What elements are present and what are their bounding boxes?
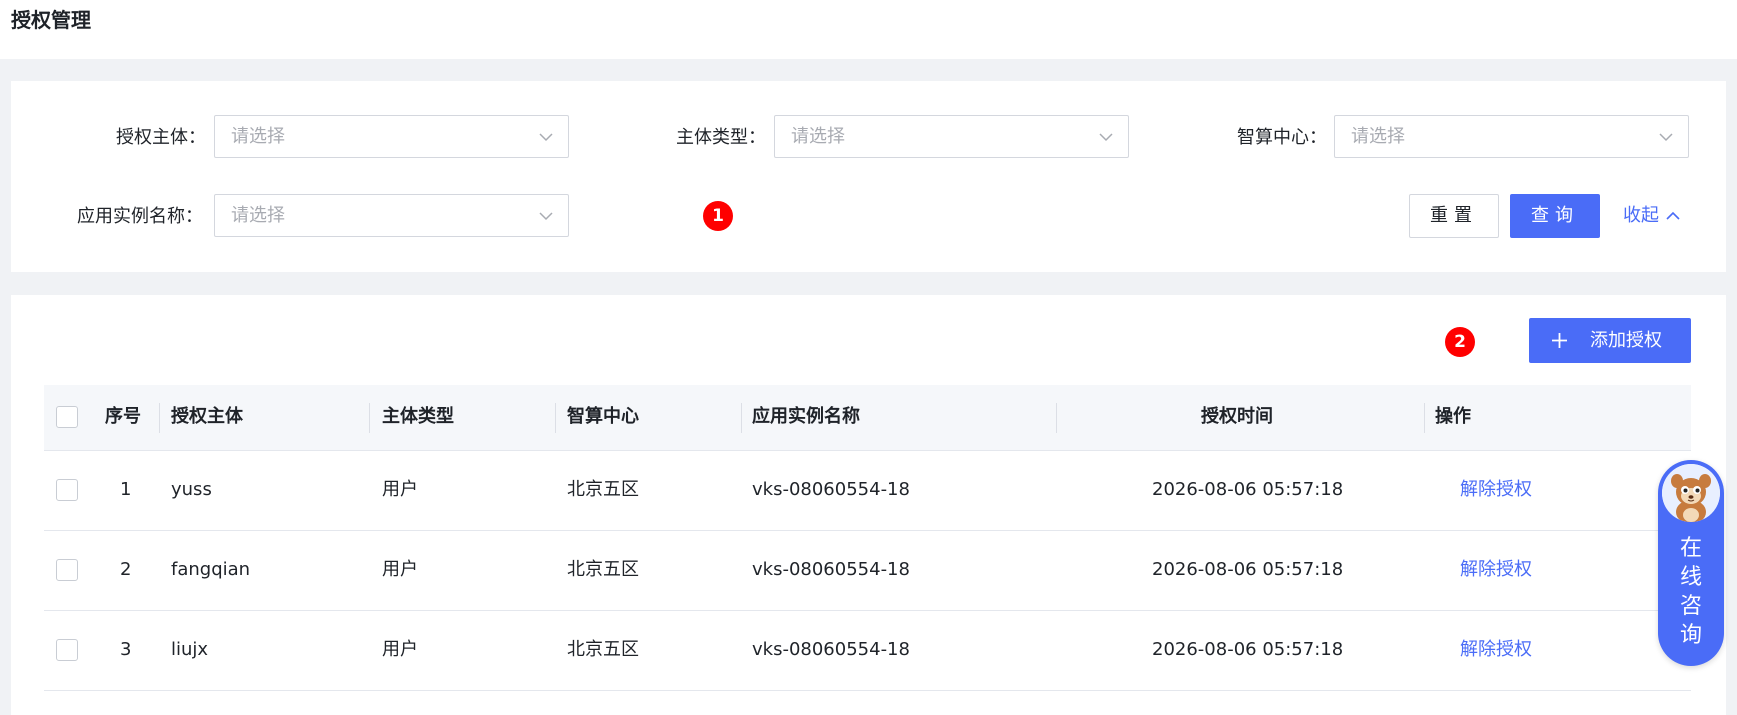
chevron-up-icon [1666,211,1680,220]
page-title: 授权管理 [11,8,91,32]
annotation-badge-2: 2 [1445,327,1475,357]
column-header-index: 序号 [105,406,141,427]
center-filter-label: 智算中心： [1237,127,1327,148]
cell-center: 北京五区 [567,559,639,580]
row-checkbox[interactable] [56,639,78,661]
column-header-instance: 应用实例名称 [752,406,860,427]
revoke-authorization-link[interactable]: 解除授权 [1460,477,1532,503]
cell-subject: fangqian [171,559,251,580]
annotation-badge-1: 1 [703,201,733,231]
table-row: 1 yuss 用户 北京五区 vks-08060554-18 2026-08-0… [44,451,1691,531]
column-divider [1424,403,1425,433]
column-header-center: 智算中心 [567,406,639,427]
cell-time: 2026-08-06 05:57:18 [1152,479,1344,500]
cell-time: 2026-08-06 05:57:18 [1152,559,1344,580]
cell-instance: vks-08060554-18 [752,559,910,580]
table-row: 3 liujx 用户 北京五区 vks-08060554-18 2026-08-… [44,611,1691,691]
column-header-type: 主体类型 [382,406,454,427]
table-row: 2 fangqian 用户 北京五区 vks-08060554-18 2026-… [44,531,1691,611]
cell-subject: yuss [171,479,212,500]
cell-index: 1 [120,479,132,500]
chevron-down-icon [539,212,553,221]
instance-select[interactable]: 请选择 [214,194,569,237]
cell-type: 用户 [382,479,418,500]
column-divider [369,403,370,433]
column-divider [1056,403,1057,433]
cell-center: 北京五区 [567,479,639,500]
online-consult-label: 在 线 咨 询 [1679,536,1702,648]
cell-index: 3 [120,639,132,660]
plus-icon [1552,333,1567,348]
type-select-placeholder: 请选择 [791,126,845,147]
cell-time: 2026-08-06 05:57:18 [1152,639,1344,660]
reset-button[interactable]: 重置 [1409,194,1499,238]
filter-panel [11,81,1726,272]
column-divider [555,403,556,433]
mascot-avatar-icon [1662,464,1720,522]
row-checkbox[interactable] [56,559,78,581]
collapse-toggle[interactable]: 收起 [1623,203,1681,229]
instance-filter-label: 应用实例名称： [77,206,203,227]
add-authorization-label: 添加授权 [1590,330,1662,351]
column-header-action: 操作 [1435,406,1471,427]
cell-type: 用户 [382,559,418,580]
add-authorization-button[interactable]: 添加授权 [1529,318,1691,363]
collapse-label: 收起 [1623,205,1659,226]
subject-select[interactable]: 请选择 [214,115,569,158]
header-bar: 授权管理 [0,0,1737,59]
instance-select-placeholder: 请选择 [231,205,285,226]
cell-index: 2 [120,559,132,580]
subject-select-placeholder: 请选择 [231,126,285,147]
cell-instance: vks-08060554-18 [752,639,910,660]
chevron-down-icon [1659,133,1673,142]
chevron-down-icon [1099,133,1113,142]
type-select[interactable]: 请选择 [774,115,1129,158]
revoke-authorization-link[interactable]: 解除授权 [1460,637,1532,663]
subject-filter-label: 授权主体： [116,127,206,148]
online-consult-button[interactable]: 在 线 咨 询 [1658,460,1724,666]
center-select[interactable]: 请选择 [1334,115,1689,158]
type-filter-label: 主体类型： [676,127,766,148]
column-header-subject: 授权主体 [171,406,243,427]
cell-center: 北京五区 [567,639,639,660]
table-header: 序号 授权主体 主体类型 智算中心 应用实例名称 授权时间 操作 [44,385,1691,451]
cell-subject: liujx [171,639,209,660]
chevron-down-icon [539,133,553,142]
center-select-placeholder: 请选择 [1351,126,1405,147]
revoke-authorization-link[interactable]: 解除授权 [1460,557,1532,583]
query-button[interactable]: 查询 [1510,194,1600,238]
column-header-time: 授权时间 [1201,406,1273,427]
row-checkbox[interactable] [56,479,78,501]
cell-type: 用户 [382,639,418,660]
column-divider [741,403,742,433]
select-all-checkbox[interactable] [56,406,78,428]
cell-instance: vks-08060554-18 [752,479,910,500]
column-divider [159,403,160,433]
